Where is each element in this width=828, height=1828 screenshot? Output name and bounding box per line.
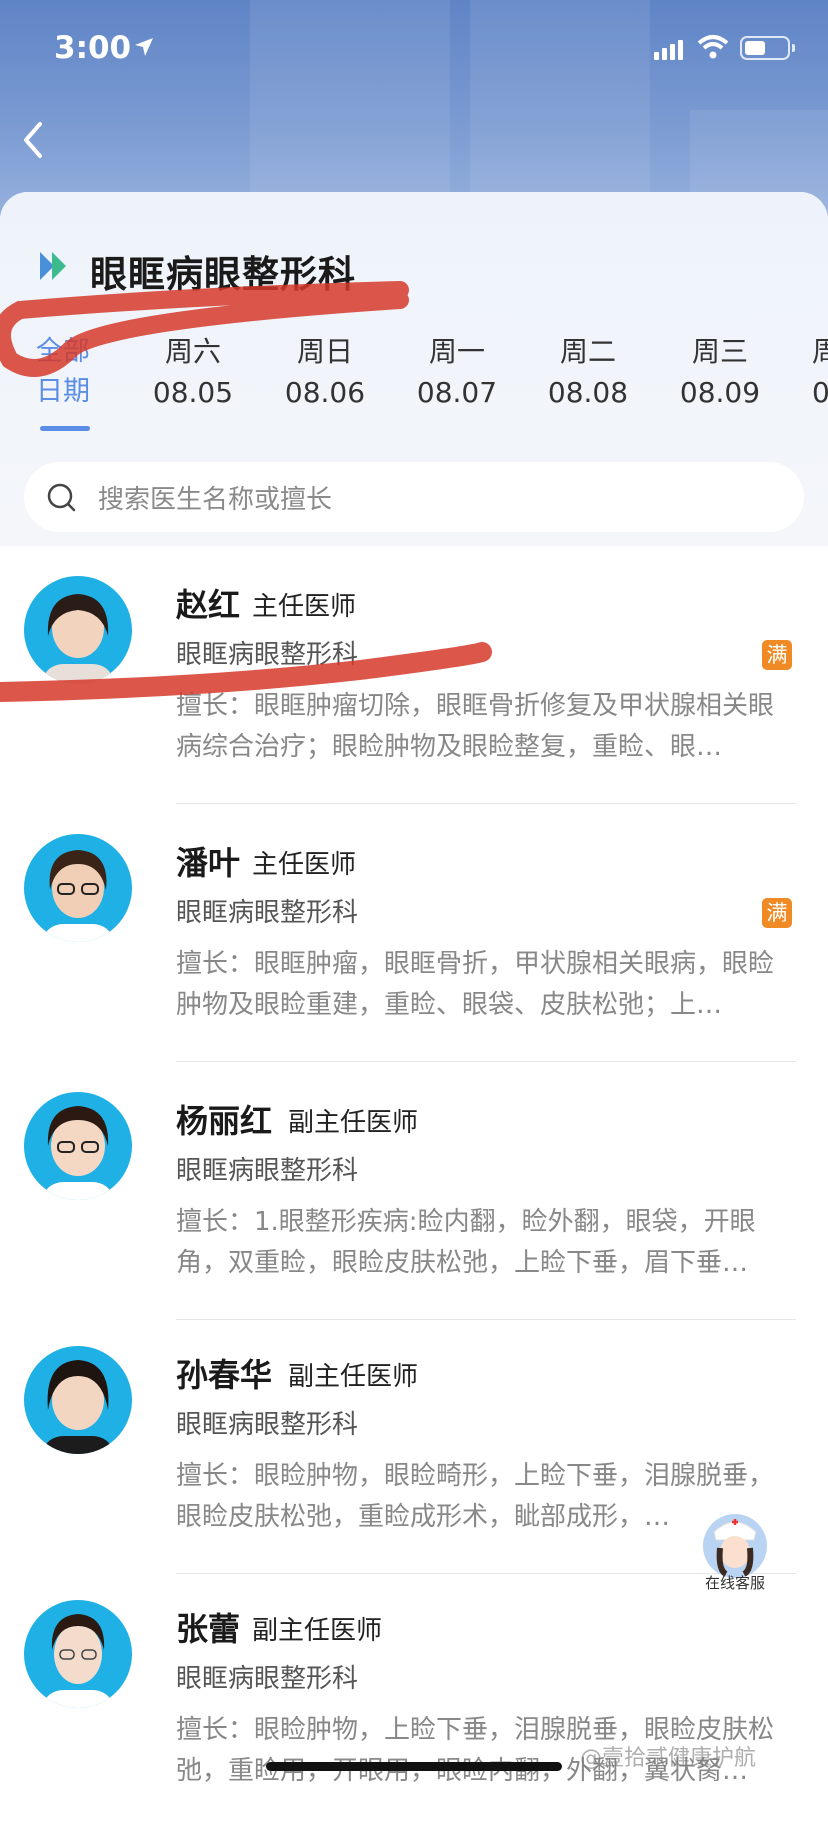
tab-weekday: 周二	[559, 335, 616, 368]
tab-day-1[interactable]: 周六 08.05	[138, 332, 248, 414]
home-indicator[interactable]	[266, 1762, 562, 1771]
online-customer-service[interactable]: 在线客服	[696, 1508, 774, 1598]
status-time: 3:00	[54, 30, 132, 66]
doctor-avatar	[24, 1600, 132, 1708]
doctor-department: 眼眶病眼整形科	[176, 1664, 359, 1694]
cellular-signal-icon	[654, 40, 683, 60]
doctor-title: 副主任医师	[288, 1108, 419, 1138]
doctor-card-2[interactable]: 潘叶 主任医师 眼眶病眼整形科 满 擅长：眼眶肿瘤，眼眶骨折，甲状腺相关眼病，眼…	[0, 804, 828, 1062]
full-badge: 满	[762, 898, 792, 928]
nurse-avatar-icon	[703, 1514, 767, 1578]
tab-all-dates[interactable]: 全部 日期	[36, 332, 106, 412]
doctor-specialty: 擅长：1.眼整形疾病:睑内翻，睑外翻，眼袋，开眼角，双重睑，眼睑皮肤松弛，上睑下…	[176, 1207, 756, 1278]
tab-date: 08.05	[152, 376, 234, 409]
department-title: 眼眶病眼整形科	[90, 253, 356, 296]
back-chevron-icon[interactable]	[18, 118, 48, 162]
doctor-department: 眼眶病眼整形科	[176, 1156, 359, 1186]
doctor-specialty: 擅长：眼眶肿瘤，眼眶骨折，甲状腺相关眼病，眼睑肿物及眼睑重建，重睑、眼袋、皮肤松…	[176, 949, 775, 1020]
doctor-specialty: 擅长：眼眶肿瘤切除，眼眶骨折修复及甲状腺相关眼病综合治疗；眼睑肿物及眼睑整复，重…	[176, 691, 775, 762]
tab-weekday: 周日	[296, 335, 353, 368]
date-tabs: 全部 日期 周六 08.05 周日 08.06 周一 08.07 周二 08.0…	[0, 332, 828, 452]
doctor-name: 张蕾	[176, 1610, 241, 1648]
tab-day-2[interactable]: 周日 08.06	[270, 332, 380, 414]
doctor-title: 主任医师	[252, 850, 357, 880]
double-arrow-icon	[40, 252, 66, 280]
tab-all-label-line1: 全部	[36, 336, 90, 367]
battery-icon	[740, 36, 795, 60]
tab-weekday: 周	[812, 335, 828, 368]
doctor-title: 副主任医师	[288, 1362, 419, 1392]
doctor-department: 眼眶病眼整形科	[176, 1410, 359, 1440]
tab-date: 08.08	[547, 376, 629, 409]
tab-day-4[interactable]: 周二 08.08	[533, 332, 643, 414]
tab-all-label-line2: 日期	[36, 376, 90, 407]
search-bar[interactable]: 搜索医生名称或擅长	[24, 462, 804, 532]
doctor-card-5[interactable]: 张蕾 副主任医师 眼眶病眼整形科 擅长：眼睑肿物，上睑下垂，泪腺脱垂，眼睑皮肤松…	[0, 1570, 828, 1828]
active-tab-indicator	[40, 426, 90, 431]
tab-weekday: 周六	[164, 335, 221, 368]
doctor-avatar	[24, 1346, 132, 1454]
search-placeholder: 搜索医生名称或擅长	[98, 485, 333, 515]
doctor-title: 主任医师	[252, 592, 357, 622]
tab-date: 0	[812, 376, 828, 409]
doctor-specialty: 擅长：眼睑肿物，眼睑畸形，上睑下垂，泪腺脱垂，眼睑皮肤松弛，重睑成形术，眦部成形…	[176, 1461, 775, 1532]
doctor-avatar	[24, 834, 132, 942]
doctor-name: 赵红	[176, 586, 241, 624]
panel-header: 眼眶病眼整形科 全部 日期 周六 08.05 周日 08.06 周一 08.07…	[0, 192, 828, 546]
watermark: @壹拾贰健康护航	[580, 1746, 757, 1771]
tab-date: 08.07	[416, 376, 498, 409]
tab-day-5[interactable]: 周三 08.09	[665, 332, 775, 414]
status-bar: 3:00	[0, 0, 828, 100]
search-icon	[47, 483, 76, 512]
tab-date: 08.06	[284, 376, 366, 409]
doctor-name: 杨丽红	[176, 1102, 273, 1140]
doctor-avatar	[24, 576, 132, 684]
doctor-card-3[interactable]: 杨丽红 副主任医师 眼眶病眼整形科 擅长：1.眼整形疾病:睑内翻，睑外翻，眼袋，…	[0, 1062, 828, 1320]
doctor-name: 潘叶	[176, 844, 241, 882]
location-arrow-icon	[135, 38, 153, 56]
tab-weekday: 周一	[428, 335, 485, 368]
doctor-title: 副主任医师	[252, 1616, 383, 1646]
customer-service-label: 在线客服	[704, 1574, 765, 1592]
tab-weekday: 周三	[691, 335, 748, 368]
doctor-card-1[interactable]: 赵红 主任医师 眼眶病眼整形科 满 擅长：眼眶肿瘤切除，眼眶骨折修复及甲状腺相关…	[0, 546, 828, 804]
full-badge: 满	[762, 640, 792, 670]
tab-day-6[interactable]: 周 0	[812, 332, 828, 414]
doctor-department: 眼眶病眼整形科	[176, 898, 359, 928]
doctor-name: 孙春华	[176, 1356, 273, 1394]
tab-day-3[interactable]: 周一 08.07	[402, 332, 512, 414]
wifi-icon	[697, 35, 729, 59]
tab-date: 08.09	[679, 376, 761, 409]
doctor-avatar	[24, 1092, 132, 1200]
doctor-department: 眼眶病眼整形科	[176, 640, 359, 670]
